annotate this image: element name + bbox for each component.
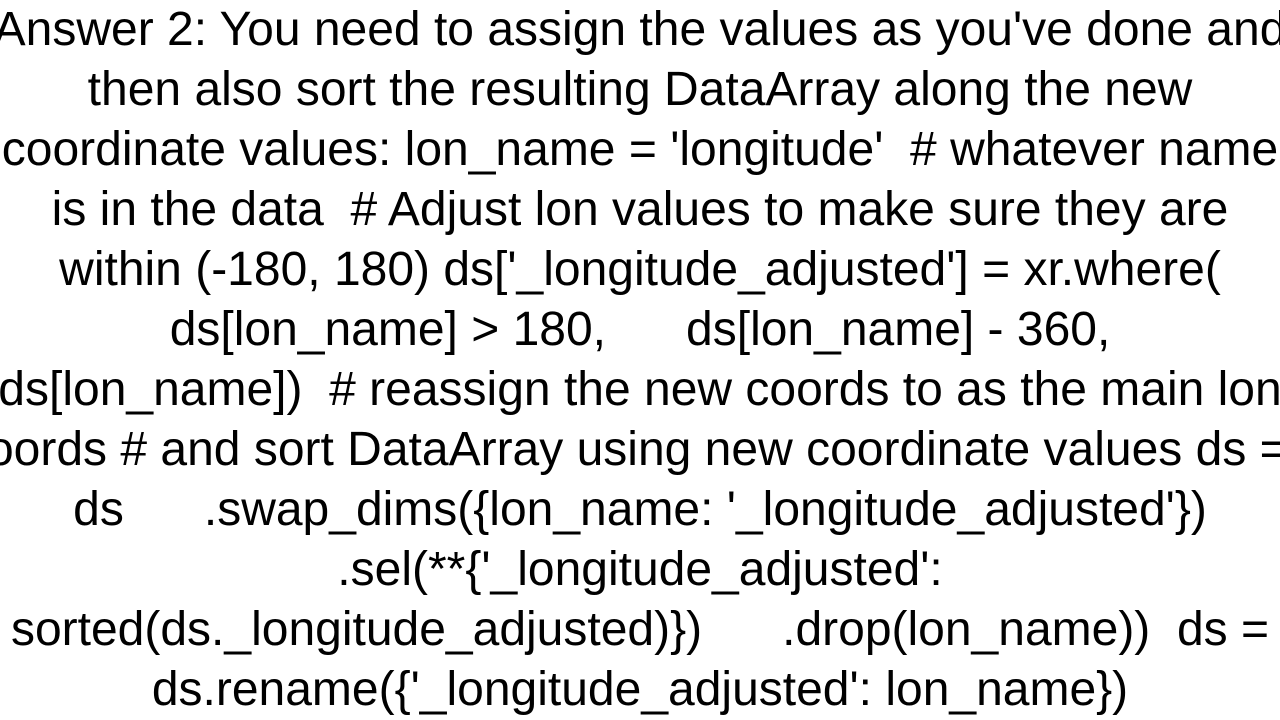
- text-line: ds .swap_dims({lon_name: '_longitude_adj…: [73, 483, 1207, 536]
- text-line: is in the data # Adjust lon values to ma…: [51, 183, 1229, 236]
- text-line: ds.rename({'_longitude_adjusted': lon_na…: [151, 663, 1129, 716]
- text-line: sorted(ds._longitude_adjusted)}) .drop(l…: [10, 603, 1270, 656]
- text-line: ds[lon_name] > 180, ds[lon_name] - 360,: [169, 303, 1111, 356]
- answer-text-slide: Answer 2: You need to assign the values …: [0, 0, 1280, 720]
- text-line: .sel(**{'_longitude_adjusted':: [337, 543, 943, 596]
- text-line: within (-180, 180) ds['_longitude_adjust…: [59, 243, 1221, 296]
- text-line: coords # and sort DataArray using new co…: [0, 423, 1280, 476]
- text-line: ds[lon_name]) # reassign the new coords …: [0, 363, 1280, 416]
- text-line: Answer 2: You need to assign the values …: [0, 3, 1280, 56]
- text-line: then also sort the resulting DataArray a…: [87, 63, 1193, 116]
- text-line: coordinate values: lon_name = 'longitude…: [1, 123, 1279, 176]
